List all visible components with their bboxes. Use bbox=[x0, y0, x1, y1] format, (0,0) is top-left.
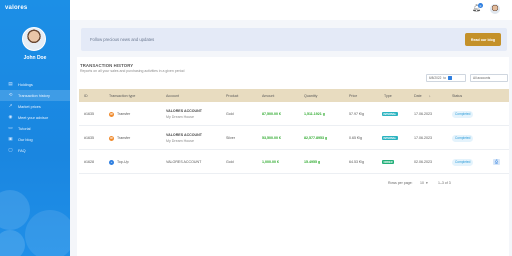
cell-quantity: 1,511.1921 g bbox=[304, 112, 325, 116]
book-icon: ▭ bbox=[8, 125, 13, 131]
cell-product: Silver bbox=[226, 136, 235, 140]
header-account[interactable]: Account bbox=[166, 94, 179, 98]
cell-id: #1628 bbox=[84, 160, 94, 164]
user-avatar bbox=[22, 27, 46, 51]
cell-product: Gold bbox=[226, 112, 234, 116]
date-range-picker[interactable]: 6/8/2022 to bbox=[426, 74, 466, 82]
cell-date: 17.06.2023 bbox=[414, 136, 432, 140]
cell-price: 0.65 €/g bbox=[349, 136, 362, 140]
banner-text: Follow precious news and updates bbox=[90, 37, 155, 42]
sidebar-item-advisor[interactable]: ◉ Meet your advisor bbox=[0, 112, 70, 123]
decorative-circle bbox=[0, 190, 30, 230]
sidebar-item-faq[interactable]: ▢ FAQ bbox=[0, 145, 70, 156]
cell-date: 02.06.2023 bbox=[414, 160, 432, 164]
sidebar-item-blog[interactable]: ▣ Our blog bbox=[0, 134, 70, 145]
app-logo[interactable]: valores bbox=[5, 5, 27, 11]
sidebar-item-label: Tutorial bbox=[18, 126, 31, 131]
chevron-down-icon[interactable]: ▾ bbox=[426, 181, 428, 185]
date-from: 6/8/2022 bbox=[429, 76, 442, 80]
status-badge: Completed bbox=[452, 134, 474, 142]
cell-account: VALORES ACCOUNT bbox=[166, 133, 202, 137]
blog-icon: ▣ bbox=[8, 136, 13, 142]
sidebar-item-transaction-history[interactable]: ⟲ Transaction history bbox=[0, 90, 70, 101]
type-badge: ORDER bbox=[382, 160, 395, 164]
cell-id: #1635 bbox=[84, 112, 94, 116]
header-quantity[interactable]: Quantity bbox=[304, 94, 317, 98]
sidebar-nav: ▤ Holdings ⟲ Transaction history ↗ Marke… bbox=[0, 79, 70, 156]
section-title: TRANSACTION HISTORY bbox=[80, 63, 134, 68]
transfer-icon: ⇄ bbox=[109, 135, 114, 141]
rows-per-page-label: Rows per page: bbox=[388, 181, 413, 185]
transfer-icon: ⇄ bbox=[109, 111, 114, 117]
sidebar-item-label: Holdings bbox=[18, 82, 33, 87]
table-row[interactable]: #1635 ⇄ Transfer VALORES ACCOUNT My Drea… bbox=[79, 102, 509, 126]
read-blog-button[interactable]: Read our blog bbox=[465, 33, 501, 46]
calendar-icon[interactable] bbox=[448, 76, 453, 80]
notification-badge: 0 bbox=[478, 3, 483, 8]
top-bar bbox=[70, 0, 512, 20]
download-icon[interactable]: ⎙ bbox=[493, 158, 500, 165]
sidebar-item-label: FAQ bbox=[18, 148, 26, 153]
user-icon: ◉ bbox=[8, 114, 13, 120]
cell-type: Top-Up bbox=[117, 160, 129, 164]
cell-amount: 1,000.00 € bbox=[262, 160, 279, 164]
cell-account-sub: My Dream House bbox=[166, 138, 194, 143]
sidebar-item-holdings[interactable]: ▤ Holdings bbox=[0, 79, 70, 90]
cell-product: Gold bbox=[226, 160, 234, 164]
cell-type: Transfer bbox=[117, 112, 131, 116]
rows-per-page-select[interactable]: 10 bbox=[420, 181, 424, 185]
pagination-range: 1–3 of 3 bbox=[438, 181, 451, 185]
cell-quantity: 15.4955 g bbox=[304, 160, 321, 164]
type-badge: INTERNAL bbox=[382, 112, 398, 116]
faq-icon: ▢ bbox=[8, 147, 13, 153]
cell-quantity: 82,577.8953 g bbox=[304, 136, 328, 140]
header-avatar[interactable] bbox=[490, 4, 500, 14]
news-banner: Follow precious news and updates Read ou… bbox=[81, 28, 507, 51]
user-name: John Doe bbox=[23, 55, 47, 61]
sidebar-item-tutorial[interactable]: ▭ Tutorial bbox=[0, 123, 70, 134]
cell-account: VALORES ACCOUNT bbox=[166, 160, 202, 164]
cell-amount: 53,500.00 € bbox=[262, 136, 281, 140]
cell-id: #1635 bbox=[84, 136, 94, 140]
chart-icon: ▤ bbox=[8, 81, 13, 87]
cell-type: Transfer bbox=[117, 136, 131, 140]
status-badge: Completed bbox=[452, 110, 474, 118]
status-badge: Completed bbox=[452, 158, 474, 166]
sidebar-item-market-prices[interactable]: ↗ Market prices bbox=[0, 101, 70, 112]
top-up-icon: + bbox=[109, 159, 114, 165]
account-filter-select[interactable]: All accounts bbox=[470, 74, 508, 82]
cell-amount: 87,500.00 € bbox=[262, 112, 281, 116]
header-id[interactable]: ID bbox=[84, 94, 88, 98]
header-status[interactable]: Status bbox=[452, 94, 462, 98]
cell-price: 57.97 €/g bbox=[349, 112, 364, 116]
trend-icon: ↗ bbox=[8, 103, 13, 109]
decorative-circle bbox=[0, 230, 25, 256]
cell-price: 64.53 €/g bbox=[349, 160, 364, 164]
cell-date: 17.06.2023 bbox=[414, 112, 432, 116]
section-subtitle: Reports on all your sales and purchasing… bbox=[80, 69, 185, 73]
table-row[interactable]: #1635 ⇄ Transfer VALORES ACCOUNT My Drea… bbox=[79, 126, 509, 150]
history-icon: ⟲ bbox=[8, 92, 13, 98]
header-amount[interactable]: Amount bbox=[262, 94, 274, 98]
sidebar: valores John Doe ▤ Holdings ⟲ Transactio… bbox=[0, 0, 70, 256]
cell-account-sub: My Dream House bbox=[166, 114, 194, 119]
table-header: ID Transaction type Account Product Amou… bbox=[79, 89, 509, 102]
sidebar-item-label: Market prices bbox=[18, 104, 41, 109]
date-to-label: to bbox=[443, 76, 447, 80]
table-row[interactable]: #1628 + Top-Up VALORES ACCOUNT Gold 1,00… bbox=[79, 150, 509, 174]
sidebar-item-label: Transaction history bbox=[18, 93, 50, 98]
cell-account: VALORES ACCOUNT bbox=[166, 109, 202, 113]
account-filter-value: All accounts bbox=[473, 76, 491, 80]
header-type[interactable]: Type bbox=[384, 94, 392, 98]
sidebar-item-label: Meet your advisor bbox=[18, 115, 49, 120]
header-transaction-type[interactable]: Transaction type bbox=[109, 94, 135, 98]
header-date[interactable]: Date bbox=[414, 94, 422, 98]
sort-down-icon[interactable]: ↓ bbox=[429, 94, 431, 98]
header-product[interactable]: Product bbox=[226, 94, 238, 98]
header-price[interactable]: Price bbox=[349, 94, 357, 98]
decorative-circle bbox=[25, 210, 70, 256]
type-badge: INTERNAL bbox=[382, 136, 398, 140]
sidebar-item-label: Our blog bbox=[18, 137, 33, 142]
